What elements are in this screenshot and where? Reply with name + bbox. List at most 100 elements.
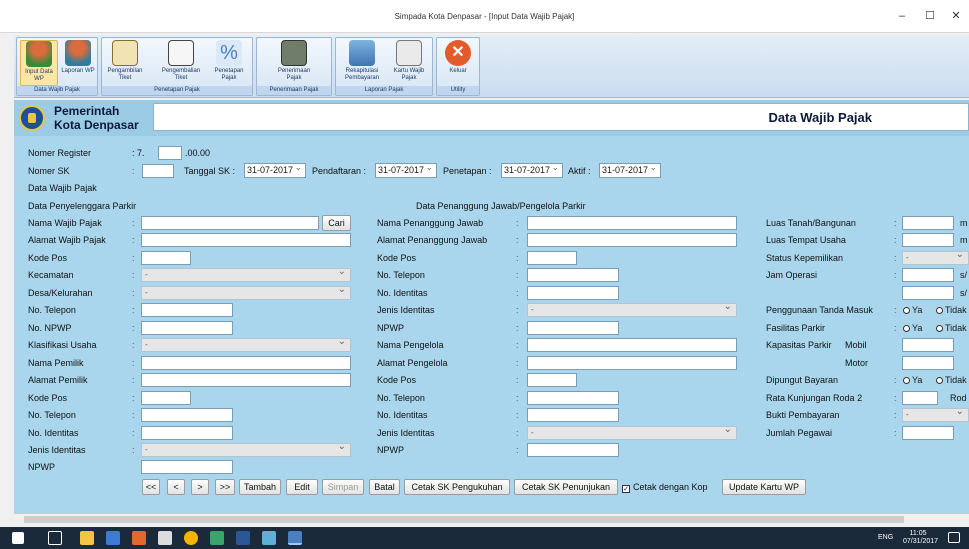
luas-tempat-input[interactable]: [902, 233, 954, 247]
windows-start-icon[interactable]: [12, 532, 24, 544]
active-window-icon[interactable]: [288, 531, 302, 545]
jenis-identitas-pengelola-select[interactable]: -: [527, 424, 737, 440]
alamat-wajib-pajak-input[interactable]: [141, 233, 351, 247]
minimize-button[interactable]: –: [892, 8, 912, 24]
nama-pemilik-input[interactable]: [141, 356, 351, 370]
radio-circle: [936, 325, 943, 332]
kapasitas-motor-input[interactable]: [902, 356, 954, 370]
kartu-wajib-pajak-button[interactable]: Kartu Wajib Pajak: [388, 40, 430, 86]
tanda-masuk-tidak-radio[interactable]: Tidak: [936, 305, 967, 315]
prev-record-button[interactable]: <: [167, 479, 185, 495]
nama-wajib-pajak-input[interactable]: [141, 216, 319, 230]
nomer-register-input[interactable]: [158, 146, 182, 160]
kode-pos-pemilik-input[interactable]: [141, 391, 191, 405]
bukti-pembayaran-select[interactable]: -: [902, 406, 969, 422]
jam-mulai-input[interactable]: [902, 268, 954, 282]
kode-pos-pengelola-input[interactable]: [527, 373, 577, 387]
desa-kelurahan-select[interactable]: -: [141, 284, 351, 300]
penetapan-picker[interactable]: 31-07-2017: [501, 161, 563, 178]
last-record-button[interactable]: >>: [215, 479, 235, 495]
batal-button[interactable]: Batal: [369, 479, 400, 495]
laporan-wp-button[interactable]: Laporan WP: [59, 40, 97, 86]
jenis-identitas-pemilik-select[interactable]: -: [141, 441, 351, 457]
nama-penanggung-jawab-input[interactable]: [527, 216, 737, 230]
no-telepon-pemilik-input[interactable]: [141, 408, 233, 422]
pendaftaran-picker[interactable]: 31-07-2017: [375, 161, 437, 178]
cetak-kop-checkbox[interactable]: ✓ Cetak dengan Kop: [622, 482, 708, 493]
luas-tempat-label: Luas Tempat Usaha: [766, 235, 846, 245]
pengambilan-tiket-button[interactable]: Pengambilan Tiket: [106, 40, 144, 86]
store-icon[interactable]: [106, 531, 120, 545]
alamat-penanggung-jawab-input[interactable]: [527, 233, 737, 247]
input-data-wp-button[interactable]: Input Data WP: [20, 40, 58, 86]
scrollbar-thumb[interactable]: [24, 516, 904, 523]
tanggal-sk-picker[interactable]: 31-07-2017: [244, 161, 306, 178]
klasifikasi-usaha-select[interactable]: -: [141, 336, 351, 352]
language-indicator[interactable]: ENG: [878, 534, 893, 542]
kode-pos-input[interactable]: [141, 251, 191, 265]
kode-pos-pj-input[interactable]: [527, 251, 577, 265]
cetak-sk-penunjukan-button[interactable]: Cetak SK Penunjukan: [514, 479, 618, 495]
no-identitas-pemilik-input[interactable]: [141, 426, 233, 440]
alamat-pengelola-input[interactable]: [527, 356, 737, 370]
tanda-masuk-ya-radio[interactable]: Ya: [903, 305, 922, 315]
no-npwp-input[interactable]: [141, 321, 233, 335]
kapasitas-mobil-input[interactable]: [902, 338, 954, 352]
cari-button[interactable]: Cari: [322, 215, 351, 231]
app-icon[interactable]: [132, 531, 146, 545]
ribbon-group-utility: ✕ Keluar Utility: [436, 37, 480, 96]
word-icon[interactable]: [236, 531, 250, 545]
no-telepon-input[interactable]: [141, 303, 233, 317]
pengembalian-tiket-button[interactable]: Pengembalian Tiket: [157, 40, 205, 86]
npwp-pemilik-input[interactable]: [141, 460, 233, 474]
horizontal-scrollbar[interactable]: [14, 513, 969, 525]
jenis-identitas-pj-select[interactable]: -: [527, 301, 737, 317]
chrome-icon[interactable]: [184, 531, 198, 545]
field-label: No. Telepon: [28, 305, 76, 315]
no-telepon-pengelola-input[interactable]: [527, 391, 619, 405]
alamat-pemilik-input[interactable]: [141, 373, 351, 387]
npwp-pengelola-input[interactable]: [527, 443, 619, 457]
jumlah-pegawai-input[interactable]: [902, 426, 954, 440]
cetak-sk-pengukuhan-button[interactable]: Cetak SK Pengukuhan: [404, 479, 510, 495]
nama-pengelola-input[interactable]: [527, 338, 737, 352]
penetapan-pajak-button[interactable]: % Penetapan Pajak: [210, 40, 248, 86]
unit-label: s/: [960, 288, 968, 298]
keluar-button[interactable]: ✕ Keluar: [439, 40, 477, 86]
update-kartu-wp-button[interactable]: Update Kartu WP: [722, 479, 806, 495]
fasilitas-tidak-radio[interactable]: Tidak: [936, 323, 967, 333]
dipungut-tidak-radio[interactable]: Tidak: [936, 375, 967, 385]
penerimaan-pajak-button[interactable]: Penerimaan Pajak: [275, 40, 313, 86]
first-record-button[interactable]: <<: [142, 479, 160, 495]
no-identitas-pengelola-input[interactable]: [527, 408, 619, 422]
luas-tanah-input[interactable]: [902, 216, 954, 230]
next-record-button[interactable]: >: [191, 479, 209, 495]
maximize-button[interactable]: ☐: [920, 8, 940, 24]
close-button[interactable]: ✕: [946, 8, 966, 24]
no-identitas-pj-input[interactable]: [527, 286, 619, 300]
fasilitas-ya-radio[interactable]: Ya: [903, 323, 922, 333]
app-icon[interactable]: [210, 531, 224, 545]
kecamatan-select[interactable]: -: [141, 266, 351, 282]
rata-kunjungan-input[interactable]: [902, 391, 938, 405]
clock[interactable]: 11:05 07/31/2017: [903, 530, 938, 546]
percent-icon: %: [216, 40, 242, 66]
calculator-icon[interactable]: [158, 531, 172, 545]
status-kepemilikan-select[interactable]: -: [902, 249, 969, 265]
aktif-picker[interactable]: 31-07-2017: [599, 161, 661, 178]
notification-icon[interactable]: [948, 532, 960, 543]
npwp-pj-input[interactable]: [527, 321, 619, 335]
no-telepon-pj-input[interactable]: [527, 268, 619, 282]
jam-selesai-input[interactable]: [902, 286, 954, 300]
radio-label: Tidak: [945, 375, 967, 385]
simpada-app-icon[interactable]: [262, 531, 276, 545]
nomer-sk-input[interactable]: [142, 164, 174, 178]
dipungut-ya-radio[interactable]: Ya: [903, 375, 922, 385]
tambah-button[interactable]: Tambah: [239, 479, 281, 495]
file-explorer-icon[interactable]: [80, 531, 94, 545]
radio-label: Ya: [912, 305, 923, 315]
edit-button[interactable]: Edit: [286, 479, 318, 495]
rekapitulasi-button[interactable]: Rekapitulasi Pembayaran: [339, 40, 385, 86]
task-view-icon[interactable]: [48, 531, 62, 545]
simpan-button[interactable]: Simpan: [322, 479, 364, 495]
